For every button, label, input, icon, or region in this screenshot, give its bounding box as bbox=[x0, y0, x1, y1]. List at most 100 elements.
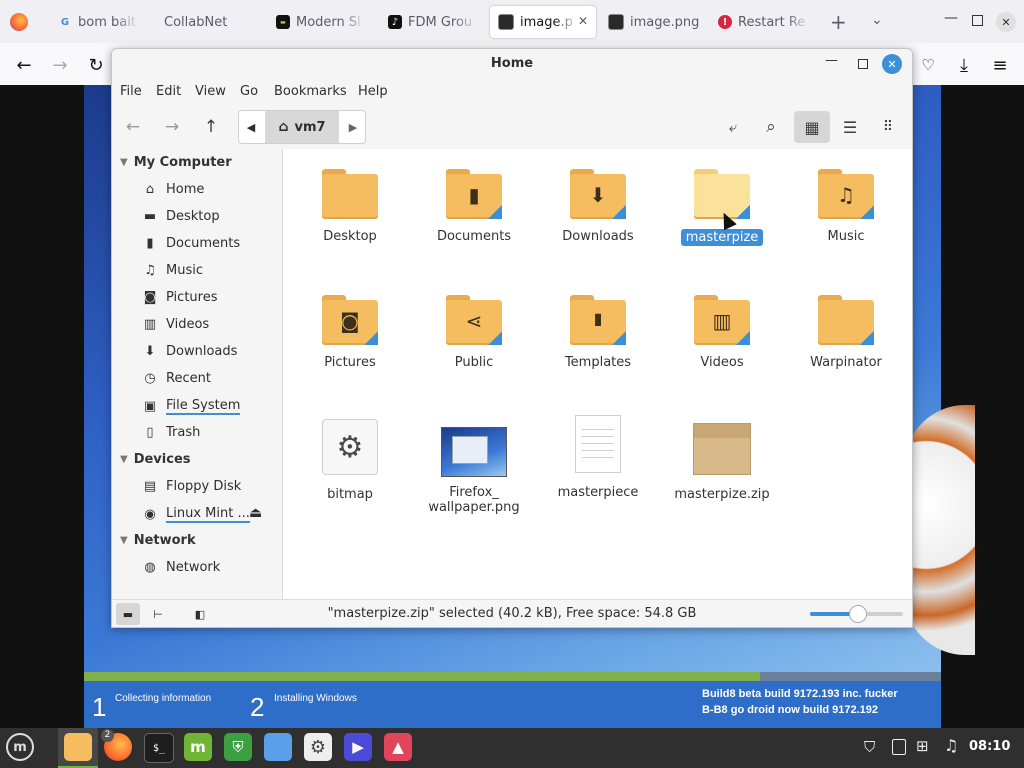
icon-view-button[interactable]: ▦ bbox=[794, 111, 830, 143]
clock[interactable]: 08:10 bbox=[969, 739, 1010, 754]
folder-item-pictures[interactable]: ◙ Pictures bbox=[295, 295, 405, 370]
browser-tab[interactable]: ▬ Modern Sl bbox=[268, 6, 366, 38]
menu-bookmarks[interactable]: Bookmarks bbox=[274, 84, 347, 99]
sidebar-section-network[interactable]: ▼ Network bbox=[120, 533, 196, 548]
sound-icon[interactable]: ♫ bbox=[944, 736, 958, 755]
hide-sidebar-button[interactable]: ◧ bbox=[188, 603, 212, 625]
file-item-masterpize-zip[interactable]: masterpize.zip bbox=[667, 423, 777, 502]
folder-item-warpinator[interactable]: Warpinator bbox=[791, 295, 901, 370]
sidebar-item-documents[interactable]: ▮ Documents bbox=[142, 236, 240, 251]
sidebar-item-trash[interactable]: ▯ Trash bbox=[142, 425, 200, 440]
search-icon[interactable]: ⌕ bbox=[756, 112, 786, 142]
shield-icon[interactable]: ⛉ bbox=[864, 738, 875, 756]
browser-tab[interactable]: image.png bbox=[600, 6, 700, 38]
show-treeview-button[interactable]: ⊢ bbox=[146, 603, 170, 625]
build-text: Build8 beta build 9172.193 inc. fucker bbox=[702, 688, 898, 700]
image-viewer-app-icon[interactable]: ▲ bbox=[384, 733, 412, 761]
folder-item-templates[interactable]: ▮ Templates bbox=[543, 295, 653, 370]
folder-item-music[interactable]: ♫ Music bbox=[791, 169, 901, 244]
path-button-home[interactable]: ⌂ vm7 bbox=[265, 111, 339, 143]
file-item-bitmap[interactable]: ⚙ bitmap bbox=[295, 419, 405, 502]
mint-menu-icon[interactable]: m bbox=[6, 733, 34, 761]
desktop-icon: ▬ bbox=[143, 209, 157, 224]
menu-file[interactable]: File bbox=[120, 84, 142, 99]
firefox-icon[interactable] bbox=[10, 13, 28, 31]
music-icon: ♫ bbox=[144, 263, 156, 278]
back-arrow-icon[interactable]: ← bbox=[118, 112, 148, 142]
show-places-button[interactable]: ▬ bbox=[116, 603, 140, 625]
maximize-icon[interactable] bbox=[858, 59, 868, 69]
clock-icon: ◷ bbox=[144, 371, 156, 386]
videos-folder-icon: ▥ bbox=[694, 295, 750, 345]
sidebar-item-home[interactable]: ⌂ Home bbox=[142, 182, 205, 197]
mintinstall-app-icon[interactable]: m bbox=[184, 733, 212, 761]
reload-icon[interactable]: ↻ bbox=[84, 53, 108, 77]
path-left-arrow-icon[interactable]: ◀ bbox=[239, 111, 263, 143]
folder-item-public[interactable]: ⋖ Public bbox=[419, 295, 529, 370]
compact-view-icon[interactable]: ⠿ bbox=[873, 112, 903, 142]
browser-tab[interactable]: G bom bait - bbox=[50, 6, 140, 38]
sidebar-item-floppy-disk[interactable]: ▤ Floppy Disk bbox=[142, 479, 241, 494]
folder-item-masterpize[interactable]: masterpize bbox=[667, 169, 777, 246]
file-item-firefox-wallpaper[interactable]: Firefox_ wallpaper.png bbox=[419, 427, 529, 515]
network-icon[interactable]: ⊞ bbox=[916, 737, 929, 755]
sidebar-item-downloads[interactable]: ⬇ Downloads bbox=[142, 344, 238, 359]
home-icon: ⌂ bbox=[145, 182, 155, 197]
up-arrow-icon[interactable]: ↑ bbox=[196, 112, 226, 142]
restore-icon[interactable] bbox=[972, 15, 983, 26]
browser-close-icon[interactable]: ✕ bbox=[996, 12, 1016, 32]
back-arrow-icon[interactable]: ← bbox=[12, 53, 36, 77]
sidebar-item-recent[interactable]: ◷ Recent bbox=[142, 371, 211, 386]
chevron-down-icon[interactable]: ⌄ bbox=[871, 12, 883, 28]
shield-app-icon[interactable]: ⛨ bbox=[224, 733, 252, 761]
sidebar-section-my-computer[interactable]: ▼ My Computer bbox=[120, 155, 232, 170]
eject-icon[interactable]: ⏏ bbox=[249, 505, 262, 521]
sidebar-item-desktop[interactable]: ▬ Desktop bbox=[142, 209, 220, 224]
downloads-icon[interactable]: ⤓ bbox=[952, 53, 976, 77]
new-tab-icon[interactable]: + bbox=[830, 10, 847, 34]
file-item-masterpiece[interactable]: masterpiece bbox=[543, 415, 653, 500]
folder-item-downloads[interactable]: ⬇ Downloads bbox=[543, 169, 653, 244]
folder-item-documents[interactable]: ▮ Documents bbox=[419, 169, 529, 244]
window-titlebar[interactable]: Home — ✕ bbox=[112, 49, 912, 79]
files-app-icon[interactable] bbox=[64, 733, 92, 761]
folder-item-desktop[interactable]: Desktop bbox=[295, 169, 405, 244]
list-view-icon[interactable]: ☰ bbox=[835, 112, 865, 142]
pocket-icon[interactable]: ♡ bbox=[916, 53, 940, 77]
sidebar-item-videos[interactable]: ▥ Videos bbox=[142, 317, 209, 332]
media-player-app-icon[interactable]: ▶ bbox=[344, 733, 372, 761]
settings-app-icon[interactable]: ⚙ bbox=[304, 733, 332, 761]
pictures-folder-icon: ◙ bbox=[322, 295, 378, 345]
forward-arrow-icon[interactable]: → bbox=[48, 53, 72, 77]
document-icon: ▮ bbox=[146, 236, 154, 251]
menu-go[interactable]: Go bbox=[240, 84, 258, 99]
path-right-arrow-icon[interactable]: ▶ bbox=[341, 111, 365, 143]
robot-wallpaper-art bbox=[905, 405, 975, 655]
file-manager-window: Home — ✕ File Edit View Go Bookmarks Hel… bbox=[111, 48, 913, 628]
minimize-icon[interactable]: — bbox=[825, 53, 838, 68]
menu-edit[interactable]: Edit bbox=[156, 84, 181, 99]
close-tab-icon[interactable]: ✕ bbox=[578, 14, 588, 28]
terminal-app-icon[interactable]: $_ bbox=[144, 733, 174, 763]
notes-icon[interactable] bbox=[892, 739, 906, 755]
zoom-slider-handle[interactable] bbox=[848, 605, 867, 623]
menu-view[interactable]: View bbox=[195, 84, 226, 99]
zoom-slider[interactable] bbox=[810, 605, 903, 623]
file-manager-app-icon[interactable] bbox=[264, 733, 292, 761]
sidebar-item-network[interactable]: ◍ Network bbox=[142, 560, 220, 575]
hamburger-menu-icon[interactable]: ≡ bbox=[988, 53, 1012, 77]
folder-item-videos[interactable]: ▥ Videos bbox=[667, 295, 777, 370]
menu-help[interactable]: Help bbox=[358, 84, 388, 99]
close-icon[interactable]: ✕ bbox=[882, 54, 902, 74]
browser-tab[interactable]: CollabNet bbox=[156, 6, 256, 38]
sidebar-item-file-system[interactable]: ▣ File System bbox=[142, 398, 241, 415]
sidebar-item-pictures[interactable]: ◙ Pictures bbox=[142, 290, 218, 305]
forward-arrow-icon[interactable]: → bbox=[157, 112, 187, 142]
browser-tab[interactable]: ♪ FDM Grou bbox=[380, 6, 478, 38]
minimize-icon[interactable]: — bbox=[944, 10, 958, 26]
sidebar-section-devices[interactable]: ▼ Devices bbox=[120, 452, 191, 467]
browser-tab[interactable]: ! Restart Re bbox=[710, 6, 810, 38]
sidebar-item-music[interactable]: ♫ Music bbox=[142, 263, 203, 278]
toggle-location-icon[interactable]: ⤶ bbox=[718, 112, 748, 142]
sidebar-item-linux-mint[interactable]: ◉ Linux Mint ... bbox=[142, 506, 250, 523]
